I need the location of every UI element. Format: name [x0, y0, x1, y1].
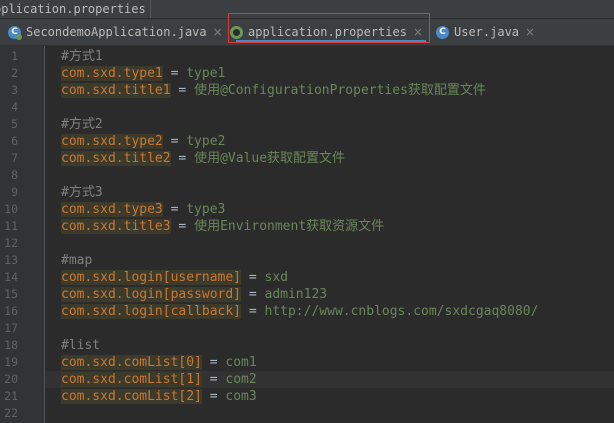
- spring-leaf-icon: [230, 25, 243, 39]
- comment-text: #list: [61, 338, 101, 353]
- tab-label: User.java: [454, 25, 520, 39]
- property-value: http://www.cnblogs.com/sxdcgaq8080/: [264, 304, 539, 319]
- property-value: com3: [225, 389, 257, 404]
- line-number: 14: [4, 270, 18, 284]
- code-line[interactable]: com.sxd.title3 = 使用Environment获取资源文件: [61, 218, 384, 235]
- assignment-separator: =: [241, 287, 265, 302]
- breadcrumb: pplication.properties: [0, 0, 614, 19]
- class-icon: [436, 25, 449, 39]
- assignment-separator: =: [241, 270, 265, 285]
- code-line[interactable]: com.sxd.comList[2] = com3: [61, 388, 257, 405]
- property-value: admin123: [264, 287, 328, 302]
- code-line[interactable]: com.sxd.comList[1] = com2: [61, 371, 257, 388]
- line-number: 17: [4, 321, 18, 335]
- property-key: com.sxd.type1: [61, 66, 163, 81]
- property-key: com.sxd.login[username]: [61, 270, 242, 285]
- property-value: type1: [186, 66, 226, 81]
- assignment-separator: =: [170, 151, 195, 166]
- property-key: com.sxd.comList[1]: [61, 372, 202, 387]
- comment-text: #map: [61, 253, 93, 268]
- property-value: com1: [225, 355, 257, 370]
- assignment-separator: =: [241, 304, 265, 319]
- line-number: 13: [4, 253, 18, 267]
- property-value: type3: [186, 202, 226, 217]
- editor-tab-bar: SecondemoApplication.java × application.…: [0, 13, 614, 46]
- line-number: 8: [11, 168, 18, 182]
- property-value: 使用@ConfigurationProperties获取配置文件: [194, 83, 486, 98]
- active-tab-indicator: [236, 40, 426, 43]
- property-key: com.sxd.title3: [61, 219, 171, 234]
- line-number: 15: [4, 287, 18, 301]
- code-line[interactable]: com.sxd.title1 = 使用@ConfigurationPropert…: [61, 82, 486, 99]
- property-key: com.sxd.title2: [61, 151, 171, 166]
- line-number: 10: [4, 202, 18, 216]
- assignment-separator: =: [201, 372, 226, 387]
- property-value: sxd: [264, 270, 288, 285]
- assignment-separator: =: [162, 202, 187, 217]
- assignment-separator: =: [201, 389, 226, 404]
- property-value: type2: [186, 134, 226, 149]
- assignment-separator: =: [201, 355, 226, 370]
- property-key: com.sxd.title1: [61, 83, 171, 98]
- property-value: 使用Environment获取资源文件: [194, 219, 385, 234]
- code-line[interactable]: com.sxd.login[password] = admin123: [61, 286, 327, 303]
- property-key: com.sxd.login[callback]: [61, 304, 242, 319]
- ide-window: pplication.properties SecondemoApplicati…: [0, 0, 614, 423]
- code-line[interactable]: com.sxd.type3 = type3: [61, 201, 225, 218]
- line-number: 6: [11, 134, 18, 148]
- tab-secondemo-application[interactable]: SecondemoApplication.java ×: [8, 21, 224, 43]
- assignment-separator: =: [162, 66, 187, 81]
- property-key: com.sxd.type3: [61, 202, 163, 217]
- spring-class-icon: [8, 25, 22, 40]
- breadcrumb-file[interactable]: pplication.properties: [0, 0, 151, 18]
- line-number: 4: [11, 100, 18, 114]
- code-line[interactable]: com.sxd.login[callback] = http://www.cnb…: [61, 303, 538, 320]
- property-key: com.sxd.comList[0]: [61, 355, 202, 370]
- assignment-separator: =: [162, 134, 187, 149]
- comment-text: #方式2: [61, 117, 103, 132]
- code-line[interactable]: #方式2: [61, 116, 103, 133]
- tab-user-java[interactable]: User.java ×: [436, 21, 542, 43]
- close-icon[interactable]: ×: [525, 25, 535, 39]
- line-number: 22: [4, 406, 18, 420]
- property-key: com.sxd.comList[2]: [61, 389, 202, 404]
- code-line[interactable]: com.sxd.type2 = type2: [61, 133, 225, 150]
- comment-text: #方式1: [61, 49, 103, 64]
- line-number: 2: [11, 66, 18, 80]
- line-number: 9: [11, 185, 18, 199]
- code-line[interactable]: #方式1: [61, 48, 103, 65]
- line-number: 7: [11, 151, 18, 165]
- code-line[interactable]: com.sxd.type1 = type1: [61, 65, 225, 82]
- property-value: 使用@Value获取配置文件: [194, 151, 346, 166]
- comment-text: #方式3: [61, 185, 103, 200]
- line-number: 12: [4, 236, 18, 250]
- line-number: 21: [4, 389, 18, 403]
- tab-label: SecondemoApplication.java: [26, 25, 207, 39]
- line-number: 20: [4, 372, 18, 386]
- line-number: 11: [4, 219, 18, 233]
- line-number: 5: [11, 117, 18, 131]
- code-line[interactable]: #list: [61, 337, 100, 354]
- line-number: 18: [4, 338, 18, 352]
- code-line[interactable]: com.sxd.comList[0] = com1: [61, 354, 257, 371]
- code-line[interactable]: com.sxd.login[username] = sxd: [61, 269, 288, 286]
- code-editor[interactable]: #方式1 com.sxd.type1 = type1 com.sxd.title1 …: [45, 46, 614, 423]
- assignment-separator: =: [170, 83, 195, 98]
- code-line[interactable]: #方式3: [61, 184, 103, 201]
- property-value: com2: [225, 372, 257, 387]
- code-line[interactable]: #map: [61, 252, 92, 269]
- assignment-separator: =: [170, 219, 195, 234]
- line-number-gutter: 1 2 3 4 5 6 7 8 9 10 11 12 13 14 15 16 17 18 19 20 21 22: [0, 46, 45, 423]
- line-number: 16: [4, 304, 18, 318]
- line-number: 3: [11, 83, 18, 97]
- line-number: 1: [11, 49, 18, 63]
- property-key: com.sxd.type2: [61, 134, 163, 149]
- code-line[interactable]: com.sxd.title2 = 使用@Value获取配置文件: [61, 150, 345, 167]
- close-icon[interactable]: ×: [413, 25, 423, 39]
- close-icon[interactable]: ×: [213, 25, 223, 39]
- line-number: 19: [4, 355, 18, 369]
- tab-label: application.properties: [248, 25, 407, 39]
- property-key: com.sxd.login[password]: [61, 287, 242, 302]
